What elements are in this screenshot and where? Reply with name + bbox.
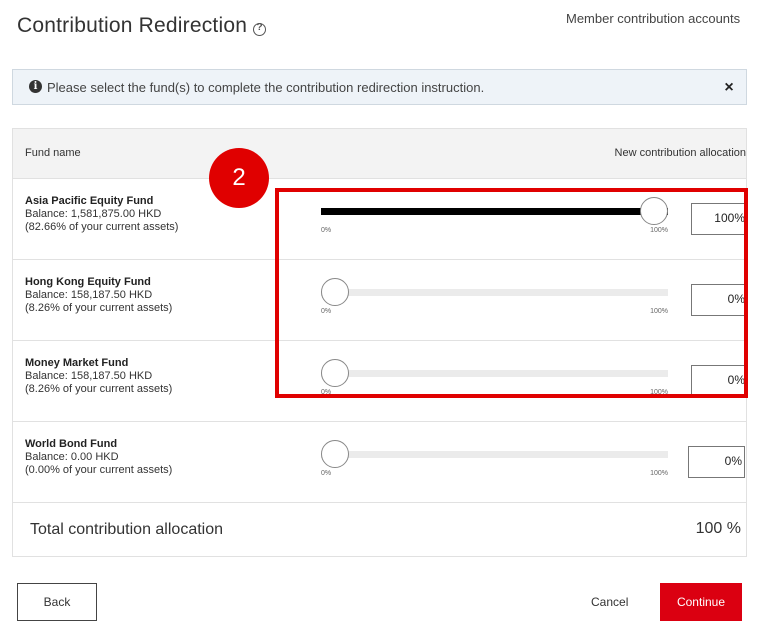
page-title: Contribution Redirection [17,14,267,38]
annotation-step-badge: 2 [209,148,269,208]
allocation-header: New contribution allocation [614,147,746,159]
fund-name-header: Fund name [25,147,81,159]
info-icon: i [29,80,42,93]
fund-balance: Balance: 1,581,875.00 HKD [25,208,162,220]
fund-balance: Balance: 0.00 HKD [25,451,119,463]
member-contribution-accounts-link[interactable]: Member contribution accounts [566,11,740,26]
slider-track[interactable] [321,451,668,458]
back-button[interactable]: Back [17,583,97,621]
fund-name: Money Market Fund [25,357,129,369]
fund-name: World Bond Fund [25,438,118,450]
close-icon[interactable]: × [718,77,740,99]
fund-name: Asia Pacific Equity Fund [25,195,154,207]
fund-asset-share: (0.00% of your current assets) [25,464,173,476]
total-allocation-label: Total contribution allocation [30,521,224,538]
info-notice: i Please select the fund(s) to complete … [12,69,747,105]
allocation-slider[interactable]: 0% 100% [321,438,668,478]
slider-min-label: 0% [321,470,332,477]
fund-asset-share: (82.66% of your current assets) [25,221,179,233]
total-allocation-value: 100 % [695,520,741,537]
slider-max-label: 100% [650,470,668,477]
fund-row: World Bond Fund Balance: 0.00 HKD (0.00%… [13,422,746,503]
table-header: Fund name New contribution allocation [13,129,746,179]
annotation-highlight-box [275,188,748,398]
page-title-text: Contribution Redirection [17,14,248,37]
fund-asset-share: (8.26% of your current assets) [25,383,173,395]
fund-balance: Balance: 158,187.50 HKD [25,289,153,301]
allocation-input[interactable]: 0% [688,446,745,478]
help-icon[interactable] [253,22,267,36]
continue-button[interactable]: Continue [660,583,742,621]
slider-handle[interactable] [321,440,349,468]
fund-balance: Balance: 158,187.50 HKD [25,370,153,382]
notice-text: Please select the fund(s) to complete th… [47,80,485,95]
cancel-link[interactable]: Cancel [591,595,628,609]
fund-name: Hong Kong Equity Fund [25,276,151,288]
fund-asset-share: (8.26% of your current assets) [25,302,173,314]
